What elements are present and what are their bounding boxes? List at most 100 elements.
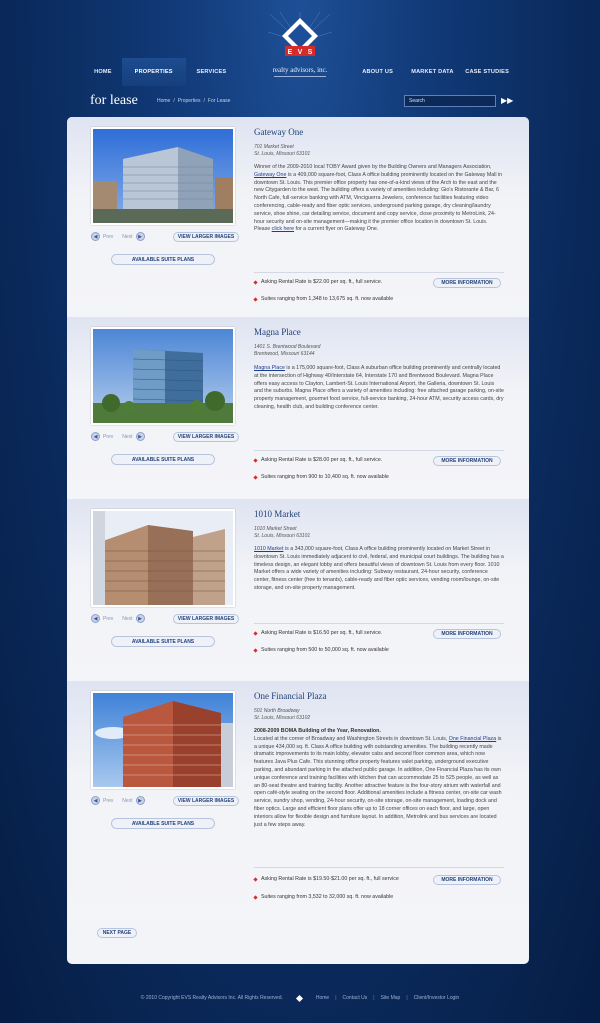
more-information-button[interactable]: MORE INFORMATION	[433, 875, 501, 885]
available-suite-plans-button[interactable]: AVAILABLE SUITE PLANS	[111, 454, 215, 465]
bullet-diamond-icon	[253, 457, 258, 463]
suites-text: Suites ranging from 3,532 to 32,000 sq. …	[261, 894, 394, 900]
search-input[interactable]: Search	[404, 95, 496, 107]
desc-text: Located at the corner of Broadway and Wa…	[254, 735, 449, 742]
desc-text: is a 409,000 square-foot, Class A office…	[254, 171, 503, 233]
photo-pager: ◀ Prev Next ▶	[91, 232, 145, 241]
svg-text:E: E	[288, 49, 293, 56]
property-link[interactable]: One Financial Plaza	[449, 736, 496, 742]
footer-link-sitemap[interactable]: Site Map	[381, 995, 401, 1001]
breadcrumb-properties[interactable]: Properties	[178, 98, 201, 104]
view-larger-images-button[interactable]: VIEW LARGER IMAGES	[173, 796, 239, 806]
property-photo[interactable]	[91, 691, 235, 789]
available-suite-plans-button[interactable]: AVAILABLE SUITE PLANS	[111, 254, 215, 265]
breadcrumb-sep: /	[203, 98, 205, 104]
property-link[interactable]: Gateway One	[254, 172, 286, 178]
footer-separator: |	[373, 995, 375, 1001]
listing-panel: ◀ Prev Next ▶ VIEW LARGER IMAGES AVAILAB…	[67, 117, 529, 964]
property-card-1010-market: ◀ Prev Next ▶ VIEW LARGER IMAGES AVAILAB…	[67, 499, 529, 681]
footer-link-home[interactable]: Home	[316, 995, 329, 1001]
property-address: 1010 Market Street St. Louis, Missouri 6…	[254, 526, 310, 540]
more-information-button[interactable]: MORE INFORMATION	[433, 629, 501, 639]
next-arrow-icon[interactable]: ▶	[135, 614, 145, 623]
nav-properties[interactable]: PROPERTIES	[121, 58, 186, 86]
divider	[254, 450, 504, 451]
address-line-1: 701 Market Street	[254, 144, 294, 150]
view-larger-images-button[interactable]: VIEW LARGER IMAGES	[173, 432, 239, 442]
next-link[interactable]: Next	[122, 616, 132, 622]
view-larger-images-button[interactable]: VIEW LARGER IMAGES	[173, 232, 239, 242]
next-arrow-icon[interactable]: ▶	[135, 796, 145, 805]
bullet-diamond-icon	[253, 630, 258, 636]
property-photo[interactable]	[91, 127, 235, 225]
property-name: Gateway One	[254, 127, 304, 137]
suites-text: Suites ranging from 1,348 to 13,675 sq. …	[261, 296, 394, 302]
search-go-icon[interactable]: ▶▶	[501, 96, 513, 105]
rental-rate-text: Asking Rental Rate is $28.00 per sq. ft.…	[261, 457, 383, 463]
prev-arrow-icon[interactable]: ◀	[91, 796, 100, 805]
flyer-link[interactable]: click here	[272, 226, 294, 232]
next-arrow-icon[interactable]: ▶	[135, 232, 145, 241]
page-title: for lease	[90, 93, 138, 108]
desc-text: is a unique 434,000 sq. ft. Class A offi…	[254, 735, 502, 828]
property-card-gateway-one: ◀ Prev Next ▶ VIEW LARGER IMAGES AVAILAB…	[67, 117, 529, 317]
bullet-diamond-icon	[253, 279, 258, 285]
nav-services[interactable]: SERVICES	[186, 58, 238, 86]
rental-rate: Asking Rental Rate is $22.00 per sq. ft.…	[253, 279, 382, 285]
nav-case-studies[interactable]: CASE STUDIES	[458, 58, 516, 86]
prev-arrow-icon[interactable]: ◀	[91, 232, 100, 241]
divider	[254, 272, 504, 273]
next-arrow-icon[interactable]: ▶	[135, 432, 145, 441]
suites-available: Suites ranging from 1,348 to 13,675 sq. …	[253, 296, 394, 302]
address-line-1: 501 North Broadway	[254, 708, 300, 714]
property-description: Magna Place is a 175,000 square-foot, Cl…	[254, 365, 504, 412]
next-link[interactable]: Next	[122, 798, 132, 804]
next-page-button[interactable]: NEXT PAGE	[97, 928, 137, 938]
nav-market-data[interactable]: MARKET DATA	[407, 58, 459, 86]
property-address: 501 North Broadway St. Louis, Missouri 6…	[254, 708, 310, 722]
more-information-button[interactable]: MORE INFORMATION	[433, 278, 501, 288]
prev-link[interactable]: Prev	[103, 798, 113, 804]
prev-link[interactable]: Prev	[103, 234, 113, 240]
property-photo[interactable]	[91, 327, 235, 425]
suites-text: Suites ranging from 900 to 10,400 sq. ft…	[261, 474, 389, 480]
prev-link[interactable]: Prev	[103, 616, 113, 622]
rental-rate-text: Asking Rental Rate is $16.50 per sq. ft.…	[261, 630, 383, 636]
prev-arrow-icon[interactable]: ◀	[91, 614, 100, 623]
view-larger-images-button[interactable]: VIEW LARGER IMAGES	[173, 614, 239, 624]
breadcrumb-sep: /	[173, 98, 175, 104]
property-name: One Financial Plaza	[254, 691, 327, 701]
nav-home[interactable]: HOME	[84, 58, 122, 86]
bullet-diamond-icon	[253, 894, 258, 900]
property-link[interactable]: 1010 Market	[254, 546, 283, 552]
property-link[interactable]: Magna Place	[254, 365, 285, 371]
breadcrumb-home[interactable]: Home	[157, 98, 170, 104]
footer-link-client-login[interactable]: Client/Investor Login	[414, 995, 460, 1001]
available-suite-plans-button[interactable]: AVAILABLE SUITE PLANS	[111, 818, 215, 829]
more-information-button[interactable]: MORE INFORMATION	[433, 456, 501, 466]
property-description: 2008-2009 BOMA Building of the Year, Ren…	[254, 728, 504, 829]
property-description: 1010 Market is a 343,000 square-foot, Cl…	[254, 546, 504, 593]
rental-rate: Asking Rental Rate is $19.50-$21.00 per …	[253, 876, 399, 882]
divider	[254, 867, 504, 868]
property-photo[interactable]	[91, 509, 235, 607]
site-footer: © 2010 Copyright EVS Realty Advisors Inc…	[0, 990, 600, 1006]
desc-text: is a 175,000 square-foot, Class A suburb…	[254, 365, 504, 410]
bullet-diamond-icon	[253, 876, 258, 882]
footer-link-contact[interactable]: Contact Us	[343, 995, 368, 1001]
property-name: Magna Place	[254, 327, 301, 337]
nav-about-us[interactable]: ABOUT US	[349, 58, 407, 86]
footer-separator: |	[335, 995, 337, 1001]
address-line-2: St. Louis, Missouri 63102	[254, 715, 311, 721]
photo-pager: ◀ Prev Next ▶	[91, 432, 145, 441]
suites-text: Suites ranging from 500 to 50,000 sq. ft…	[261, 647, 389, 653]
prev-arrow-icon[interactable]: ◀	[91, 432, 100, 441]
breadcrumb-current: For Lease	[207, 98, 231, 104]
available-suite-plans-button[interactable]: AVAILABLE SUITE PLANS	[111, 636, 215, 647]
svg-text:V: V	[298, 49, 303, 56]
suites-available: Suites ranging from 3,532 to 32,000 sq. …	[253, 894, 394, 900]
prev-link[interactable]: Prev	[103, 434, 113, 440]
breadcrumb: Home / Properties / For Lease	[157, 98, 230, 104]
next-link[interactable]: Next	[122, 434, 132, 440]
next-link[interactable]: Next	[122, 234, 132, 240]
